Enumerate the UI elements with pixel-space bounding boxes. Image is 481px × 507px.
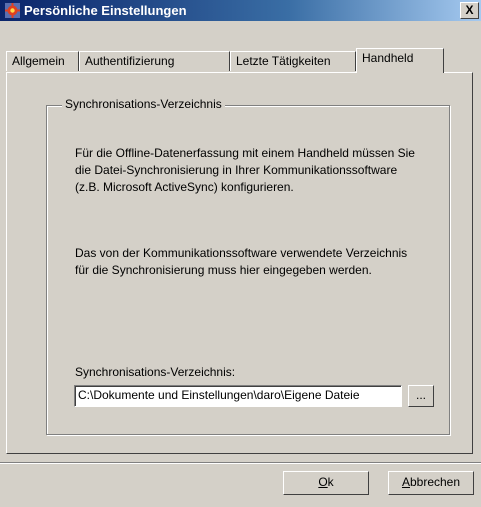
app-gear-icon [5, 3, 20, 18]
browse-button[interactable]: ... [408, 385, 434, 407]
cancel-label: bbrechen [409, 475, 461, 489]
cancel-mnemonic: A [401, 475, 410, 489]
cancel-button[interactable]: Abbrechen [388, 471, 474, 495]
sync-directory-input[interactable]: C:\Dokumente und Einstellungen\daro\Eige… [74, 385, 402, 407]
sync-directory-label: Synchronisations-Verzeichnis: [75, 365, 236, 379]
ok-mnemonic: O [318, 475, 328, 489]
window-title: Persönliche Einstellungen [24, 3, 187, 18]
button-separator [0, 462, 481, 464]
tab-handheld[interactable]: Handheld [356, 48, 444, 73]
tab-strip: Allgemein Authentifizierung Letzte Tätig… [0, 48, 481, 73]
tab-allgemein[interactable]: Allgemein [6, 51, 79, 71]
settings-dialog: Persönliche Einstellungen X Allgemein Au… [0, 0, 481, 507]
tab-letzte-taetigkeiten[interactable]: Letzte Tätigkeiten [230, 51, 356, 71]
instruction-text-1: Für die Offline-Datenerfassung mit einem… [75, 146, 415, 194]
instruction-text-2: Das von der Kommunikationssoftware verwe… [75, 246, 408, 277]
close-button[interactable]: X [460, 2, 479, 19]
ok-button[interactable]: Ok [283, 471, 369, 495]
ok-label: k [327, 475, 334, 489]
title-bar[interactable]: Persönliche Einstellungen X [0, 0, 481, 21]
close-icon: X [465, 3, 474, 17]
tab-authentifizierung[interactable]: Authentifizierung [79, 51, 230, 71]
group-title: Synchronisations-Verzeichnis [62, 97, 225, 111]
